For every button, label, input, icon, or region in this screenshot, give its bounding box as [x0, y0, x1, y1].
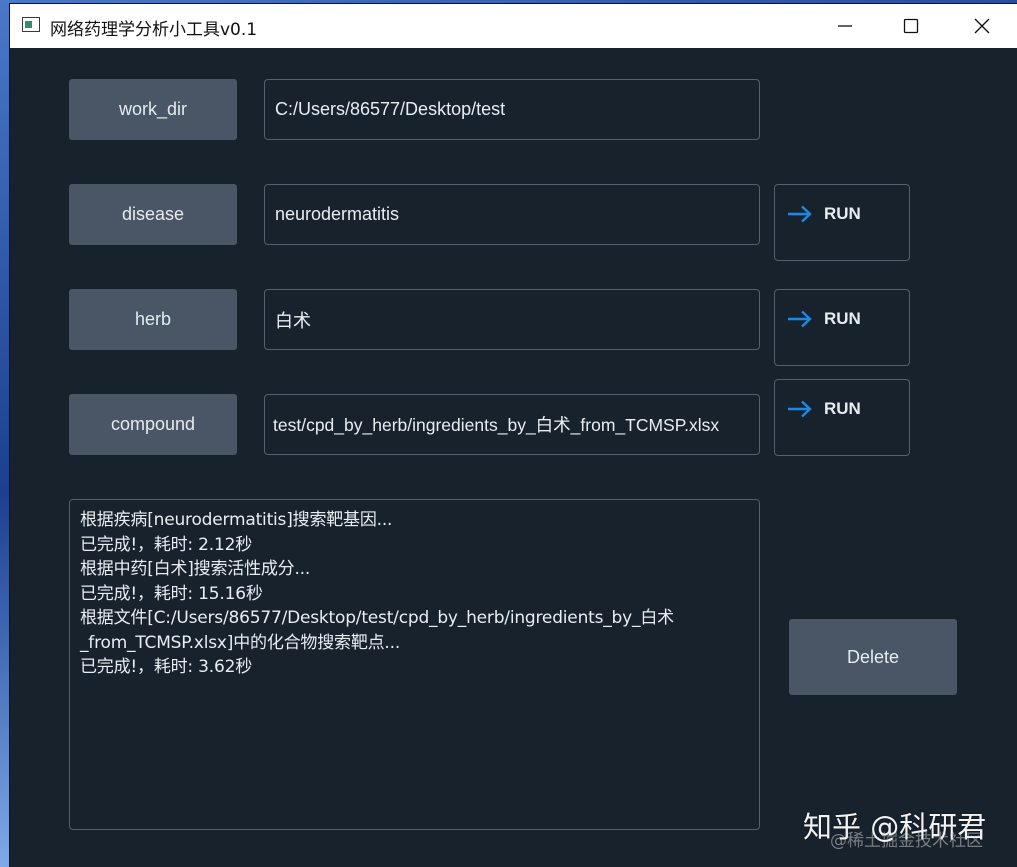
log-output[interactable]: 根据疾病[neurodermatitis]搜索靶基因... 已完成!，耗时: 2… — [69, 499, 760, 830]
close-icon — [974, 18, 990, 34]
arrow-right-icon — [788, 310, 812, 328]
maximize-icon — [903, 18, 919, 34]
log-line: _from_TCMSP.xlsx]中的化合物搜索靶点... — [80, 632, 401, 653]
arrow-right-icon — [788, 205, 812, 223]
compound-input[interactable]: test/cpd_by_herb/ingredients_by_白术_from_… — [264, 394, 760, 455]
herb-input[interactable]: 白术 — [264, 289, 760, 350]
herb-button[interactable]: herb — [69, 289, 237, 350]
close-button[interactable] — [947, 4, 1017, 48]
log-line: 已完成!，耗时: 3.62秒 — [80, 657, 252, 677]
log-line: 根据中药[白术]搜索活性成分... — [80, 559, 311, 579]
app-window: 网络药理学分析小工具v0.1 work_dir C:/Users/86577/D… — [10, 4, 1017, 867]
log-line: 根据疾病[neurodermatitis]搜索靶基因... — [80, 510, 393, 530]
work-dir-input[interactable]: C:/Users/86577/Desktop/test — [264, 79, 760, 140]
log-line: 已完成!，耗时: 2.12秒 — [80, 534, 252, 555]
minimize-icon — [838, 25, 852, 27]
minimize-button[interactable] — [810, 4, 880, 48]
run-label: RUN — [824, 309, 861, 328]
herb-run-button[interactable]: RUN — [774, 289, 910, 366]
window-title: 网络药理学分析小工具v0.1 — [50, 20, 258, 40]
maximize-button[interactable] — [876, 4, 946, 48]
disease-button[interactable]: disease — [69, 184, 237, 245]
arrow-right-icon — [788, 400, 812, 418]
compound-button[interactable]: compound — [69, 394, 237, 455]
work-dir-button[interactable]: work_dir — [69, 79, 237, 140]
log-line: 已完成!，耗时: 15.16秒 — [80, 583, 263, 604]
run-label: RUN — [824, 399, 861, 418]
run-label: RUN — [824, 204, 861, 223]
app-icon — [22, 17, 40, 32]
delete-button[interactable]: Delete — [789, 619, 957, 695]
log-line: 根据文件[C:/Users/86577/Desktop/test/cpd_by_… — [80, 608, 674, 628]
disease-run-button[interactable]: RUN — [774, 184, 910, 261]
watermark: 知乎 @科研君 — [803, 810, 987, 844]
title-bar[interactable]: 网络药理学分析小工具v0.1 — [10, 4, 1017, 48]
disease-input[interactable]: neurodermatitis — [264, 184, 760, 245]
compound-run-button[interactable]: RUN — [774, 379, 910, 456]
